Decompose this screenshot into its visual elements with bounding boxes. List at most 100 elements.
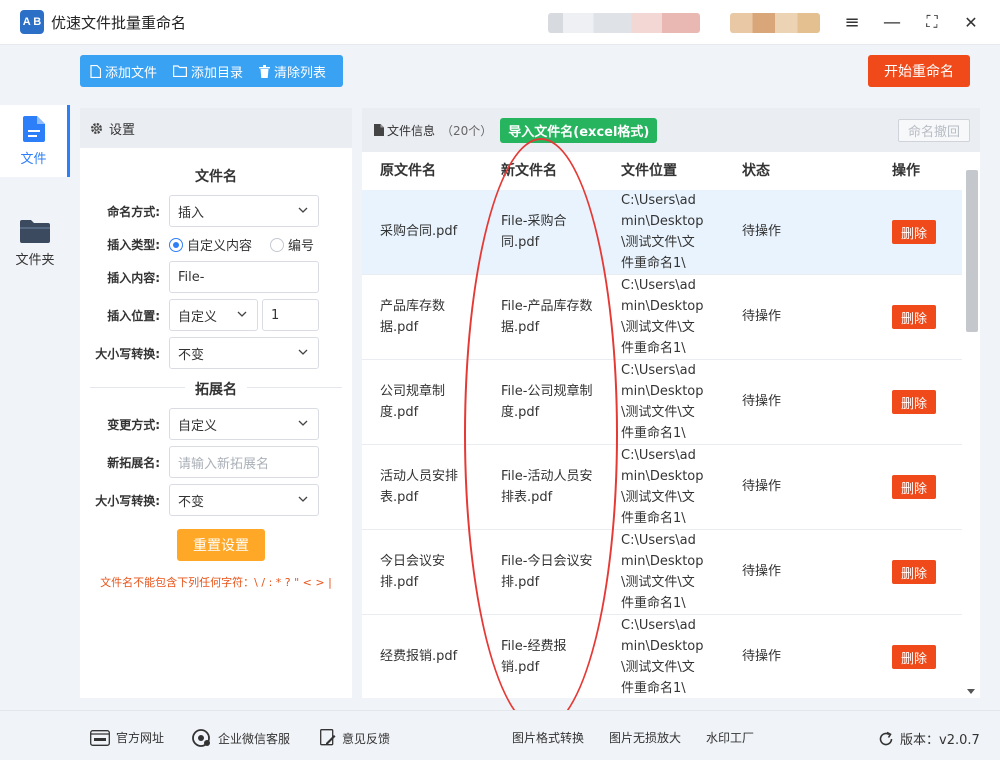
- cell-orig-name: 活动人员安排表.pdf: [380, 469, 459, 505]
- clear-list-label: 清除列表: [274, 65, 327, 81]
- cell-new-name: File-经费报销.pdf: [501, 639, 567, 675]
- change-mode-value: 自定义: [178, 418, 218, 434]
- cell-location: C:\Users\admin\Desktop\测试文件\文件重命名1\: [621, 533, 704, 611]
- refresh-icon: [879, 731, 893, 745]
- chevron-down-icon: [237, 311, 247, 317]
- cell-new-name: File-产品库存数据.pdf: [501, 299, 593, 335]
- cell-location: C:\Users\admin\Desktop\测试文件\文件重命名1\: [621, 278, 704, 356]
- toolbar: 添加文件 添加目录 清除列表: [80, 55, 343, 87]
- case-value: 不变: [178, 347, 205, 363]
- change-mode-label: 变更方式:: [107, 418, 160, 432]
- doc-icon: [374, 124, 384, 136]
- maximize-icon[interactable]: ⛶: [919, 10, 945, 34]
- insert-pos-select[interactable]: 自定义: [169, 299, 258, 331]
- add-dir-label: 添加目录: [191, 65, 244, 81]
- website-link[interactable]: 官方网址: [90, 729, 164, 746]
- feedback-label: 意见反馈: [342, 731, 391, 746]
- change-mode-select[interactable]: 自定义: [169, 408, 319, 440]
- import-excel-button[interactable]: 导入文件名(excel格式): [500, 117, 658, 143]
- insert-type-radio-custom[interactable]: 自定义内容: [169, 235, 252, 254]
- add-file-icon: [90, 64, 101, 78]
- insert-pos-label: 插入位置:: [107, 309, 160, 323]
- minimize-icon[interactable]: —: [879, 10, 905, 34]
- add-dir-icon: [173, 65, 188, 77]
- scroll-thumb[interactable]: [966, 170, 978, 332]
- file-table-body: 采购合同.pdf File-采购合同.pdf C:\Users\admin\De…: [362, 190, 962, 698]
- start-rename-button[interactable]: 开始重命名: [868, 55, 970, 87]
- version-info[interactable]: 版本：v2.0.7: [878, 729, 980, 748]
- reset-settings-button[interactable]: 重置设置: [177, 529, 265, 561]
- insert-content-label: 插入内容:: [107, 271, 160, 285]
- col-header-op: 操作: [892, 163, 920, 179]
- table-row[interactable]: 采购合同.pdf File-采购合同.pdf C:\Users\admin\De…: [362, 190, 962, 275]
- img-convert-link[interactable]: 图片格式转换: [512, 729, 584, 746]
- table-row[interactable]: 今日会议安排.pdf File-今日会议安排.pdf C:\Users\admi…: [362, 530, 962, 615]
- footer: 官方网址 企业微信客服 意见反馈 图片格式转换 图片无损放大 水印工厂 版本：v…: [0, 710, 1000, 760]
- delete-button[interactable]: 删除: [892, 475, 936, 499]
- add-file-label: 添加文件: [105, 65, 158, 81]
- scroll-down-icon[interactable]: [967, 689, 975, 694]
- settings-header: 设置: [80, 108, 352, 148]
- clear-list-button[interactable]: 清除列表: [259, 62, 326, 81]
- insert-content-input[interactable]: File-: [169, 261, 319, 293]
- col-header-status: 状态: [742, 163, 770, 179]
- settings-title: 设置: [109, 122, 136, 138]
- cell-new-name: File-采购合同.pdf: [501, 214, 567, 250]
- gear-icon: [90, 122, 103, 134]
- close-icon[interactable]: ✕: [958, 10, 984, 34]
- delete-button[interactable]: 删除: [892, 305, 936, 329]
- ext-case-select[interactable]: 不变: [169, 484, 319, 516]
- watermark-link[interactable]: 水印工厂: [706, 729, 754, 746]
- file-info: 文件信息 （20个）: [374, 122, 492, 139]
- col-header-new: 新文件名: [501, 163, 557, 179]
- cell-orig-name: 产品库存数据.pdf: [380, 299, 446, 335]
- filename-warning: 文件名不能包含下列任何字符：\ / : * ? " < > |: [100, 576, 332, 589]
- col-header-loc: 文件位置: [621, 163, 677, 179]
- table-row[interactable]: 经费报销.pdf File-经费报销.pdf C:\Users\admin\De…: [362, 615, 962, 698]
- insert-type-option2: 编号: [288, 239, 315, 254]
- col-header-orig: 原文件名: [380, 163, 436, 179]
- wechat-icon: [192, 729, 210, 747]
- new-ext-label: 新拓展名:: [107, 456, 160, 470]
- menu-icon[interactable]: ≡: [839, 10, 865, 34]
- nav-label-file: 文件: [20, 151, 47, 167]
- version-label: 版本：v2.0.7: [900, 733, 980, 748]
- nav-item-file[interactable]: 文件: [0, 105, 70, 177]
- cell-location: C:\Users\admin\Desktop\测试文件\文件重命名1\: [621, 363, 704, 441]
- table-row[interactable]: 公司规章制度.pdf File-公司规章制度.pdf C:\Users\admi…: [362, 360, 962, 445]
- ext-case-value: 不变: [178, 494, 205, 510]
- cell-location: C:\Users\admin\Desktop\测试文件\文件重命名1\: [621, 618, 704, 696]
- cell-new-name: File-今日会议安排.pdf: [501, 554, 593, 590]
- new-ext-input[interactable]: 请输入新拓展名: [169, 446, 319, 478]
- insert-type-radio-number[interactable]: 编号: [270, 235, 314, 254]
- undo-rename-button[interactable]: 命名撤回: [898, 119, 970, 142]
- delete-button[interactable]: 删除: [892, 220, 936, 244]
- nav-item-folder[interactable]: 文件夹: [0, 207, 70, 279]
- case-select[interactable]: 不变: [169, 337, 319, 369]
- delete-button[interactable]: 删除: [892, 645, 936, 669]
- chevron-down-icon: [298, 207, 308, 213]
- delete-button[interactable]: 删除: [892, 390, 936, 414]
- file-list-panel: 文件信息 （20个） 导入文件名(excel格式) 命名撤回 原文件名 新文件名…: [362, 108, 980, 698]
- file-count: （20个）: [441, 123, 493, 138]
- chevron-down-icon: [298, 496, 308, 502]
- website-icon: [90, 729, 110, 746]
- insert-content-value: File-: [178, 269, 205, 285]
- cell-orig-name: 采购合同.pdf: [380, 224, 458, 239]
- delete-button[interactable]: 删除: [892, 560, 936, 584]
- naming-mode-select[interactable]: 插入: [169, 195, 319, 227]
- table-row[interactable]: 活动人员安排表.pdf File-活动人员安排表.pdf C:\Users\ad…: [362, 445, 962, 530]
- feedback-link[interactable]: 意见反馈: [320, 729, 390, 747]
- wechat-support-link[interactable]: 企业微信客服: [192, 729, 290, 747]
- insert-pos-number-input[interactable]: 1: [262, 299, 319, 331]
- table-row[interactable]: 产品库存数据.pdf File-产品库存数据.pdf C:\Users\admi…: [362, 275, 962, 360]
- vertical-scrollbar[interactable]: [964, 168, 978, 698]
- cell-orig-name: 公司规章制度.pdf: [380, 384, 446, 420]
- cell-new-name: File-公司规章制度.pdf: [501, 384, 593, 420]
- add-dir-button[interactable]: 添加目录: [173, 62, 243, 81]
- add-file-button[interactable]: 添加文件: [90, 62, 157, 81]
- ext-section-title: 拓展名: [185, 379, 247, 399]
- blurred-account-info: [548, 13, 700, 33]
- cell-status: 待操作: [742, 309, 782, 324]
- img-enlarge-link[interactable]: 图片无损放大: [609, 729, 681, 746]
